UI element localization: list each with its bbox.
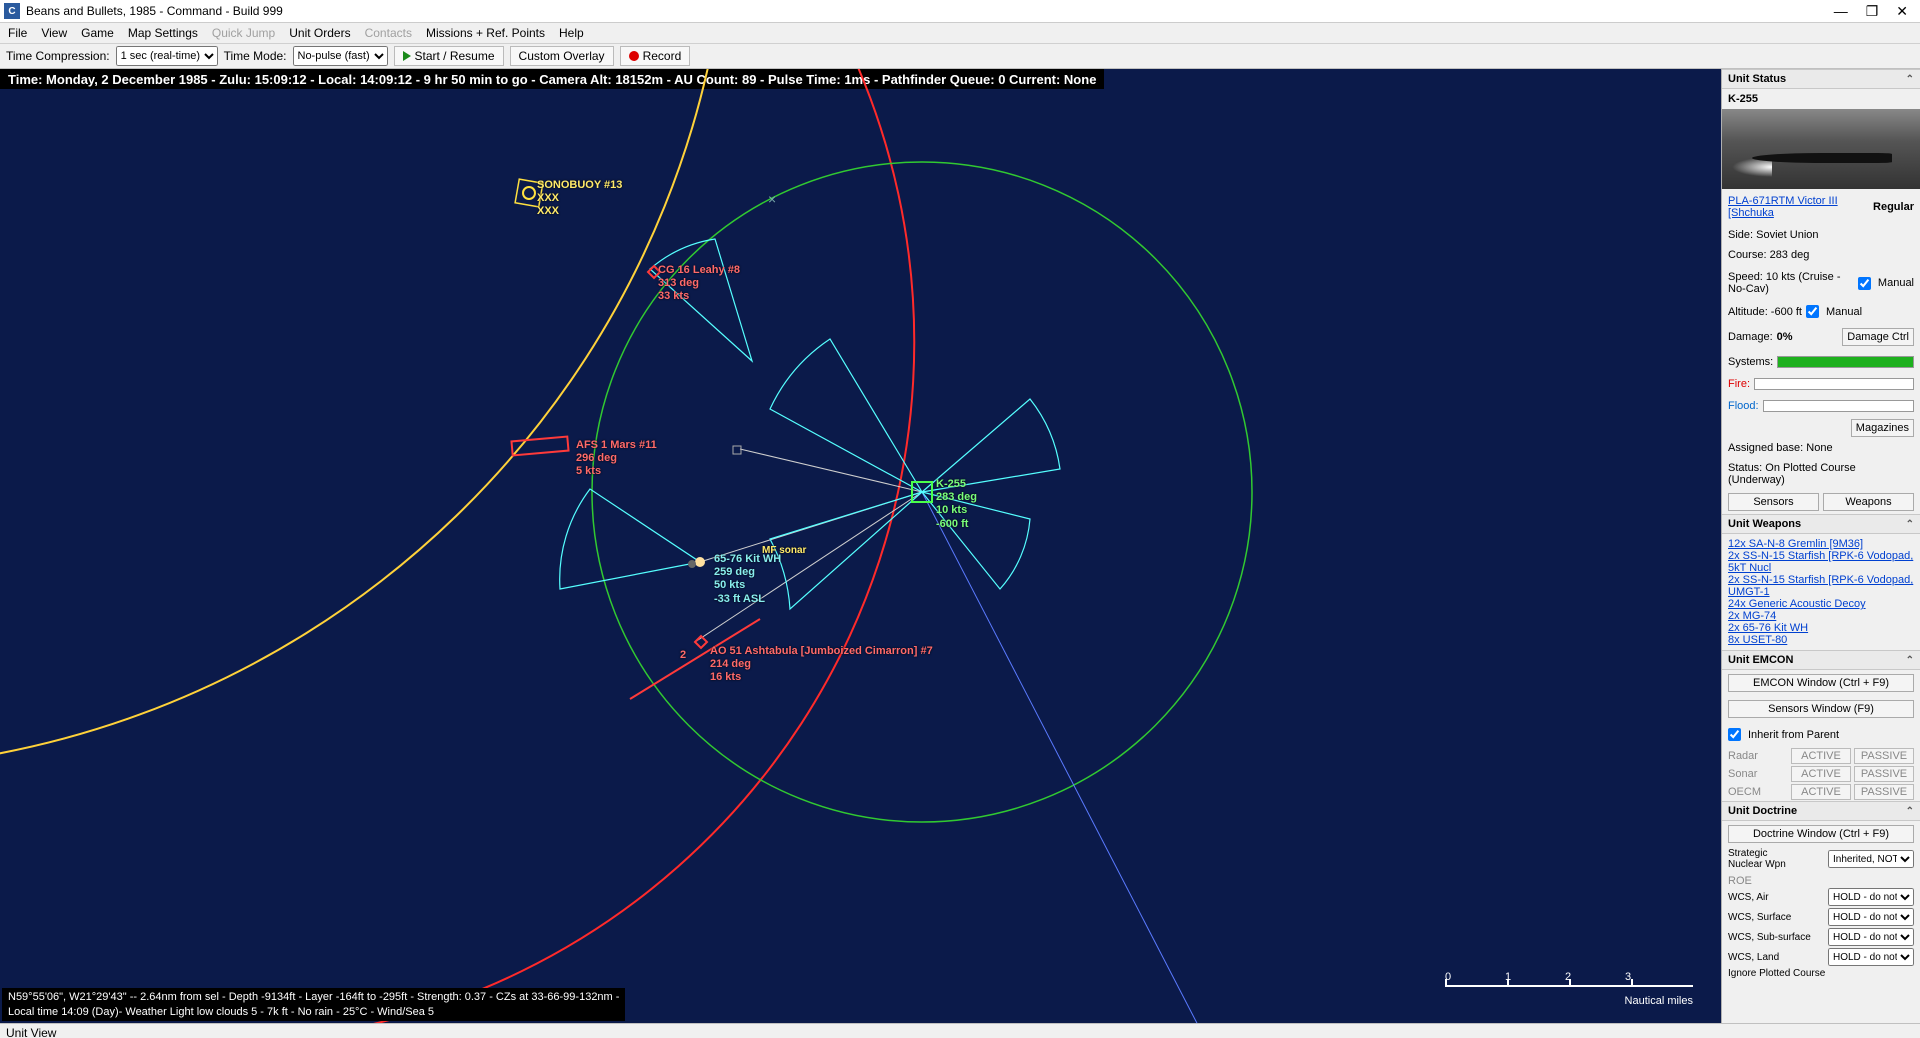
- flood-bar: [1763, 400, 1914, 412]
- unit-label-sonobuoy[interactable]: SONOBUOY #13 XXX XXX: [537, 179, 622, 219]
- oecm-passive-button[interactable]: PASSIVE: [1854, 784, 1914, 800]
- record-button[interactable]: Record: [620, 46, 691, 66]
- sensors-button[interactable]: Sensors: [1728, 493, 1819, 511]
- wcs-subsurface-select[interactable]: HOLD - do not fire: [1828, 928, 1914, 946]
- svg-text:×: ×: [768, 191, 776, 207]
- wcs-air-select[interactable]: HOLD - do not fire: [1828, 888, 1914, 906]
- wcs-land-select[interactable]: HOLD - do not fire: [1828, 948, 1914, 966]
- unit-label-mars[interactable]: AFS 1 Mars #11 296 deg 5 kts: [576, 439, 657, 479]
- menu-missions-ref[interactable]: Missions + Ref. Points: [426, 26, 545, 40]
- menu-map-settings[interactable]: Map Settings: [128, 26, 198, 40]
- unit-label-ashtabula[interactable]: AO 51 Ashtabula [Jumboized Cimarron] #7 …: [710, 645, 933, 685]
- time-compression-label: Time Compression:: [6, 49, 110, 63]
- custom-overlay-button[interactable]: Custom Overlay: [510, 46, 614, 66]
- radar-passive-button[interactable]: PASSIVE: [1854, 748, 1914, 764]
- window-titlebar: C Beans and Bullets, 1985 - Command - Bu…: [0, 0, 1920, 23]
- weapon-link[interactable]: 12x SA-N-8 Gremlin [9M36]: [1728, 538, 1914, 550]
- record-icon: [629, 51, 639, 61]
- ashtabula-badge: 2: [680, 649, 686, 662]
- unit-label-leahy[interactable]: CG 16 Leahy #8 313 deg 33 kts: [658, 264, 740, 304]
- speed-manual-checkbox[interactable]: [1858, 277, 1871, 290]
- unit-image: [1722, 109, 1920, 189]
- menu-game[interactable]: Game: [81, 26, 114, 40]
- sonar-passive-button[interactable]: PASSIVE: [1854, 766, 1914, 782]
- emcon-window-button[interactable]: EMCON Window (Ctrl + F9): [1728, 674, 1914, 692]
- assigned-base: Assigned base: None: [1722, 438, 1920, 458]
- unit-class-link[interactable]: PLA-671RTM Victor III [Shchuka: [1728, 195, 1869, 219]
- strategic-nuclear-select[interactable]: Inherited, NOT GR: [1828, 850, 1914, 868]
- unit-weapons-header[interactable]: Unit Weapons⌃: [1722, 514, 1920, 534]
- selected-unit-name: K-255: [1728, 93, 1758, 105]
- time-mode-label: Time Mode:: [224, 49, 287, 63]
- menu-unit-orders[interactable]: Unit Orders: [289, 26, 350, 40]
- play-icon: [403, 51, 411, 61]
- unit-status-header[interactable]: Unit Status⌃: [1722, 69, 1920, 89]
- status-bar: Unit View: [0, 1023, 1920, 1038]
- chevron-up-icon: ⌃: [1906, 655, 1914, 666]
- weapon-link[interactable]: 8x USET-80: [1728, 634, 1914, 646]
- inherit-checkbox[interactable]: [1728, 728, 1741, 741]
- chevron-up-icon: ⌃: [1906, 519, 1914, 530]
- systems-bar: [1777, 356, 1914, 368]
- app-icon: C: [4, 3, 20, 19]
- time-mode-select[interactable]: No-pulse (fast): [293, 46, 388, 66]
- menu-file[interactable]: File: [8, 26, 27, 40]
- unit-side: Side: Soviet Union: [1722, 225, 1920, 245]
- oecm-active-button[interactable]: ACTIVE: [1791, 784, 1851, 800]
- altitude-manual-checkbox[interactable]: [1806, 305, 1819, 318]
- chevron-up-icon: ⌃: [1906, 806, 1914, 817]
- menu-quick-jump[interactable]: Quick Jump: [212, 26, 275, 40]
- magazines-button[interactable]: Magazines: [1851, 419, 1914, 437]
- scale-bar: 0 1 2 3 Nautical miles: [1445, 971, 1693, 1007]
- menu-view[interactable]: View: [41, 26, 67, 40]
- map-overlay-svg: ×: [0, 69, 1290, 1023]
- unit-proficiency: Regular: [1873, 201, 1914, 213]
- sonar-active-button[interactable]: ACTIVE: [1791, 766, 1851, 782]
- weapon-link[interactable]: 2x MG-74: [1728, 610, 1914, 622]
- weapon-link[interactable]: 2x SS-N-15 Starfish [RPK-6 Vodopad, 5kT …: [1728, 550, 1914, 574]
- close-button[interactable]: ✕: [1896, 3, 1908, 20]
- weapon-link[interactable]: 2x 65-76 Kit WH: [1728, 622, 1914, 634]
- unit-speed: Speed: 10 kts (Cruise - No-Cav): [1728, 271, 1854, 295]
- unit-label-kit[interactable]: 65-76 Kit WH 259 deg 50 kts -33 ft ASL: [714, 553, 781, 606]
- window-title: Beans and Bullets, 1985 - Command - Buil…: [26, 4, 1834, 18]
- weapons-button[interactable]: Weapons: [1823, 493, 1914, 511]
- doctrine-window-button[interactable]: Doctrine Window (Ctrl + F9): [1728, 825, 1914, 843]
- unit-doctrine-header[interactable]: Unit Doctrine⌃: [1722, 801, 1920, 821]
- maximize-button[interactable]: ❐: [1866, 3, 1879, 20]
- weapon-link[interactable]: 2x SS-N-15 Starfish [RPK-6 Vodopad, UMGT…: [1728, 574, 1914, 598]
- damage-value: 0%: [1777, 331, 1793, 343]
- menu-help[interactable]: Help: [559, 26, 584, 40]
- chevron-up-icon: ⌃: [1906, 74, 1914, 85]
- unit-side-panel: Unit Status⌃ K-255 PLA-671RTM Victor III…: [1721, 69, 1920, 1023]
- unit-course: Course: 283 deg: [1722, 245, 1920, 265]
- unit-label-k255[interactable]: K-255 283 deg 10 kts -600 ft: [936, 478, 977, 531]
- radar-active-button[interactable]: ACTIVE: [1791, 748, 1851, 764]
- tactical-map[interactable]: Time: Monday, 2 December 1985 - Zulu: 15…: [0, 69, 1721, 1023]
- main-menubar: File View Game Map Settings Quick Jump U…: [0, 23, 1920, 44]
- fire-bar: [1754, 378, 1914, 390]
- wcs-surface-select[interactable]: HOLD - do not fire: [1828, 908, 1914, 926]
- unit-altitude: Altitude: -600 ft: [1728, 306, 1802, 318]
- time-compression-select[interactable]: 1 sec (real-time): [116, 46, 218, 66]
- map-status-overlay: N59°55'06", W21°29'43" -- 2.64nm from se…: [2, 988, 625, 1021]
- weapons-list: 12x SA-N-8 Gremlin [9M36] 2x SS-N-15 Sta…: [1722, 534, 1920, 650]
- unit-status-text: Status: On Plotted Course (Underway): [1722, 458, 1920, 490]
- toolbar: Time Compression: 1 sec (real-time) Time…: [0, 44, 1920, 69]
- weapon-link[interactable]: 24x Generic Acoustic Decoy: [1728, 598, 1914, 610]
- damage-ctrl-button[interactable]: Damage Ctrl: [1842, 328, 1914, 346]
- minimize-button[interactable]: —: [1834, 3, 1848, 20]
- sensors-window-button[interactable]: Sensors Window (F9): [1728, 700, 1914, 718]
- menu-contacts[interactable]: Contacts: [365, 26, 412, 40]
- unit-emcon-header[interactable]: Unit EMCON⌃: [1722, 650, 1920, 670]
- start-resume-button[interactable]: Start / Resume: [394, 46, 504, 66]
